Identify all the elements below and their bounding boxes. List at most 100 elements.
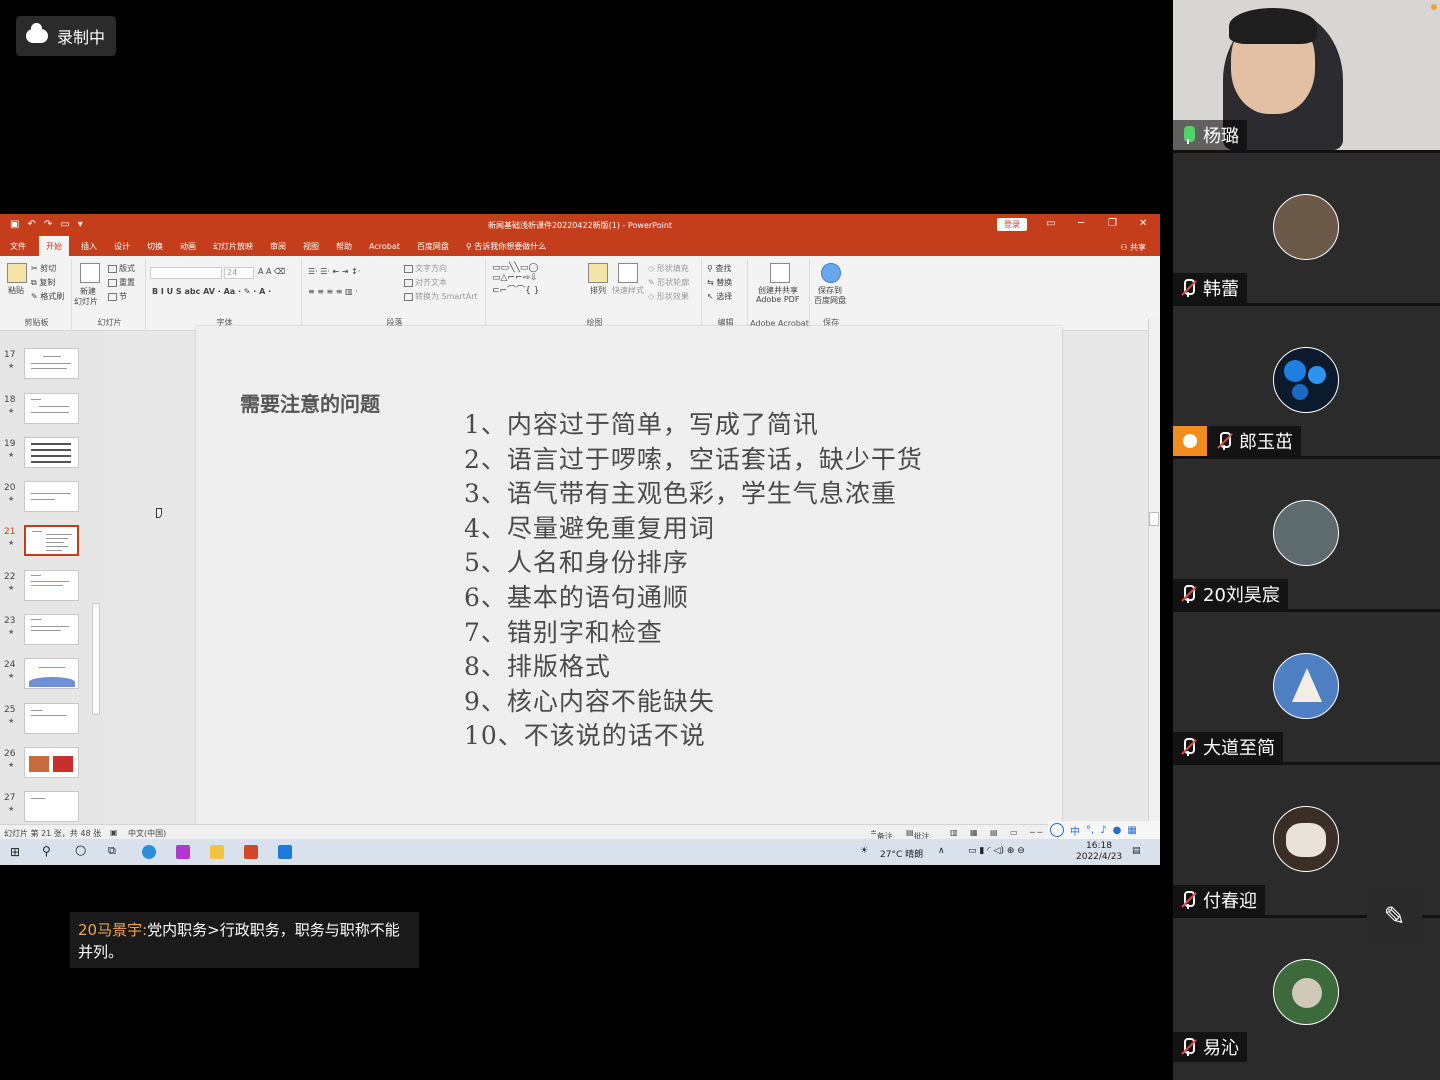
participant-tile[interactable]: 郎玉茁 [1173, 306, 1440, 456]
shape-fill-button[interactable]: ◇ 形状填充 [648, 263, 689, 274]
font-size-input[interactable]: 24 [224, 267, 254, 279]
thumbnail-19[interactable]: 19 ★ [0, 437, 100, 481]
file-explorer-icon[interactable] [210, 845, 224, 859]
tab-design[interactable]: 设计 [114, 241, 130, 252]
thumbnail-22[interactable]: 22 ★ [0, 570, 100, 614]
minimize-icon[interactable]: ─ [1078, 218, 1084, 229]
align-text-button[interactable]: 对齐文本 [404, 277, 447, 288]
smartart-button[interactable]: 转换为 SmartArt [404, 291, 478, 302]
comments-button[interactable]: ▤ 批注 [906, 828, 930, 841]
tab-transitions[interactable]: 切换 [147, 241, 163, 252]
slideshow-view-icon[interactable]: ▭ [1010, 828, 1018, 837]
ime-mic-icon[interactable]: ♪ [1100, 825, 1106, 836]
tab-insert[interactable]: 插入 [81, 241, 97, 252]
grow-font-icon[interactable]: A A ⌫ [258, 267, 285, 276]
recording-badge[interactable]: 录制中 [16, 16, 116, 56]
ime-user-icon[interactable]: ● [1113, 825, 1122, 836]
arrange-icon[interactable] [588, 263, 608, 283]
notes-button[interactable]: ≐ 备注 [870, 828, 893, 841]
format-painter-button[interactable]: ✎ 格式刷 [31, 291, 64, 302]
thumbnail-23[interactable]: 23 ★ [0, 614, 100, 658]
copy-button[interactable]: ⧉ 复制 [31, 277, 55, 288]
close-icon[interactable]: ✕ [1139, 218, 1147, 229]
thumbnail-24[interactable]: 24 ★ [0, 658, 100, 702]
sorter-view-icon[interactable]: ▦ [970, 828, 978, 837]
quick-styles-button[interactable]: 快速样式 [612, 285, 644, 296]
slide-title[interactable]: 需要注意的问题 [240, 388, 380, 417]
language-indicator[interactable]: 中文(中国) [128, 828, 166, 839]
tab-help[interactable]: 帮助 [336, 241, 352, 252]
arrange-button[interactable]: 排列 [590, 285, 606, 296]
scrollbar-thumb[interactable] [1149, 512, 1159, 526]
weather-text[interactable]: 27°C 晴朗 [880, 847, 923, 860]
notification-icon[interactable]: ▤ [1132, 846, 1141, 856]
tell-me-search[interactable]: ⚲ 告诉我你想要做什么 [466, 241, 546, 252]
cortana-icon[interactable]: ○ [75, 843, 86, 858]
pdf-icon[interactable] [770, 263, 790, 283]
login-button[interactable]: 登录 [997, 218, 1027, 231]
share-button[interactable]: ⚇ 共享 [1120, 242, 1146, 253]
paste-icon[interactable] [7, 263, 27, 283]
tab-file[interactable]: 文件 [10, 241, 26, 252]
paste-button[interactable]: 粘贴 [8, 285, 24, 296]
tab-review[interactable]: 审阅 [270, 241, 286, 252]
cut-button[interactable]: ✂ 剪切 [31, 263, 56, 274]
thumbnail-26[interactable]: 26 ★ [0, 747, 100, 791]
tab-baidu[interactable]: 百度网盘 [417, 241, 449, 252]
clock-time[interactable]: 16:18 [1086, 841, 1112, 851]
thumbnail-25[interactable]: 25 ★ [0, 703, 100, 747]
tab-view[interactable]: 视图 [303, 241, 319, 252]
annotate-button[interactable]: ✎ [1367, 889, 1422, 944]
shape-outline-button[interactable]: ✎ 形状轮廓 [648, 277, 689, 288]
baidu-cloud-icon[interactable] [821, 263, 841, 283]
tab-home[interactable]: 开始 [39, 235, 69, 257]
thumbnail-21[interactable]: 21 ★ [0, 525, 100, 569]
slide-vertical-scrollbar[interactable] [1148, 319, 1160, 824]
app-icon[interactable] [176, 845, 190, 859]
tab-acrobat[interactable]: Acrobat [369, 242, 400, 251]
participant-tile[interactable]: 20刘昊宸 [1173, 459, 1440, 609]
tab-slideshow[interactable]: 幻灯片放映 [213, 241, 253, 252]
replace-button[interactable]: ⇆ 替换 [707, 277, 732, 288]
weather-icon[interactable]: ☀ [860, 846, 868, 856]
task-view-icon[interactable]: ⧉ [108, 844, 116, 858]
section-button[interactable]: 节 [108, 291, 127, 302]
zoom-out-icon[interactable]: ─ ─ [1030, 828, 1042, 837]
ribbon-display-icon[interactable]: ▭ [1046, 218, 1055, 229]
ime-mode[interactable]: 中 [1070, 823, 1080, 838]
clock-date[interactable]: 2022/4/23 [1076, 852, 1122, 862]
quick-styles-icon[interactable] [618, 263, 638, 283]
align-icons[interactable]: ≡ ≡ ≡ ≡ ▥ · [308, 287, 358, 296]
current-slide[interactable]: 需要注意的问题 1、内容过于简单，写成了简讯 2、语言过于啰嗦，空话套话，缺少干… [196, 326, 1062, 824]
text-direction-button[interactable]: 文字方向 [404, 263, 447, 274]
search-icon[interactable]: ⚲ [42, 844, 51, 858]
ime-punctuation-icon[interactable]: °, [1086, 825, 1094, 836]
restore-icon[interactable]: ❐ [1108, 218, 1117, 229]
find-button[interactable]: ⚲ 查找 [707, 263, 731, 274]
thumbnail-20[interactable]: 20 ★ [0, 481, 100, 525]
select-button[interactable]: ↖ 选择 [707, 291, 732, 302]
layout-button[interactable]: 版式 [108, 263, 135, 274]
participant-tile[interactable]: 韩蕾 [1173, 153, 1440, 303]
tab-animations[interactable]: 动画 [180, 241, 196, 252]
new-slide-icon[interactable] [80, 263, 100, 283]
chevron-up-icon[interactable]: ∧ [938, 846, 945, 856]
windows-start-icon[interactable]: ⊞ [10, 845, 20, 859]
participant-tile[interactable]: 大道至简 [1173, 612, 1440, 762]
font-name-input[interactable] [150, 267, 222, 279]
reset-button[interactable]: 重置 [108, 277, 135, 288]
tray-icons[interactable]: ▭ ▮ ◜ ◁) ⊕ ⊖ [968, 846, 1025, 856]
reading-view-icon[interactable]: ▤ [990, 828, 998, 837]
shapes-gallery[interactable]: ▭▭╲╲▭◯ ▭△⌐⌐⇨⇩ ⊂⌐⌒⌒{ } [492, 263, 539, 296]
powerpoint-icon[interactable] [244, 845, 258, 859]
meeting-app-icon[interactable] [278, 845, 292, 859]
thumbnail-17[interactable]: 17 ★ [0, 348, 100, 392]
thumbnail-scrollbar[interactable] [92, 603, 100, 715]
font-format-icons[interactable]: B I U S abc AV · Aa · ✎ · A · [152, 287, 271, 296]
shape-effects-button[interactable]: ◇ 形状效果 [648, 291, 689, 302]
ime-toolbar[interactable]: 中 °, ♪ ● ▦ [1048, 821, 1160, 839]
thumbnail-18[interactable]: 18 ★ [0, 393, 100, 437]
normal-view-icon[interactable]: ▥ [950, 828, 958, 837]
list-icons[interactable]: ☰· ☰· ⇤ ⇥ ↕· [308, 267, 360, 276]
slide-content-list[interactable]: 1、内容过于简单，写成了简讯 2、语言过于啰嗦，空话套话，缺少干货 3、语气带有… [464, 408, 923, 754]
